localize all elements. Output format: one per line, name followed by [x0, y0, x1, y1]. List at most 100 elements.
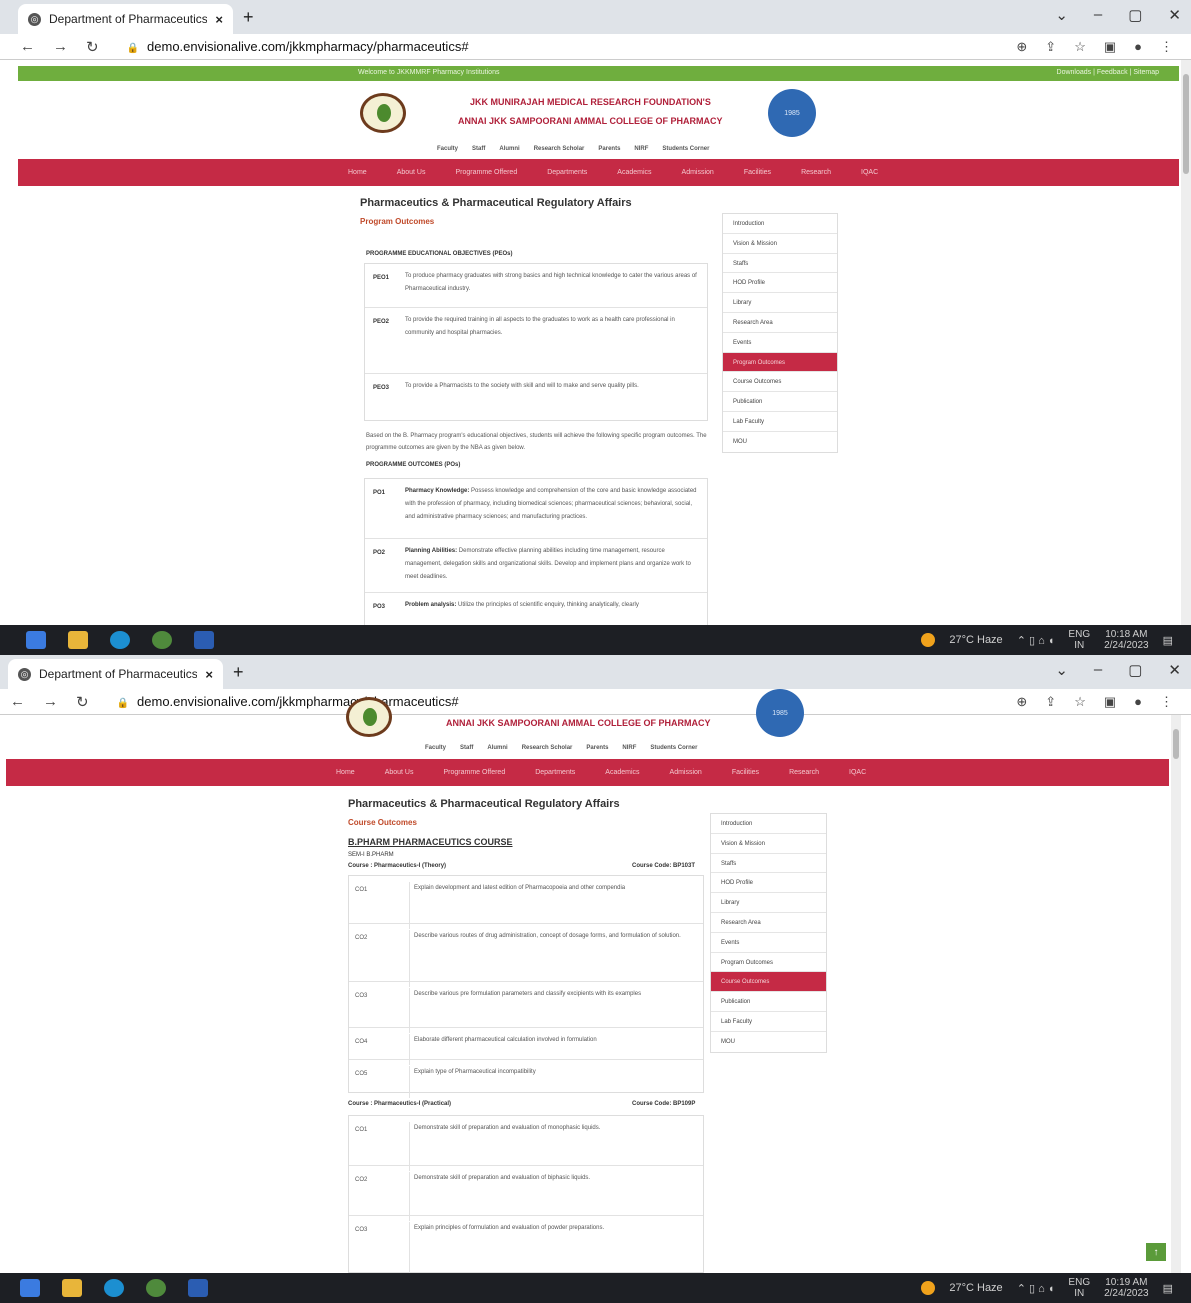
forward-icon[interactable]: →	[43, 693, 58, 710]
profile-avatar[interactable]: ●	[1134, 39, 1142, 55]
share-icon[interactable]: ⇪	[1045, 694, 1056, 710]
minimize-button[interactable]: –	[1094, 661, 1102, 679]
close-tab-icon[interactable]: ×	[215, 12, 223, 27]
tab-search-icon[interactable]: ⌄	[1055, 6, 1068, 24]
back-icon[interactable]: ←	[10, 693, 25, 710]
sidebar-item-lab-faculty[interactable]: Lab Faculty	[723, 412, 837, 432]
clock[interactable]: 10:18 AM 2/24/2023	[1104, 629, 1149, 651]
menu-icon[interactable]: ⋮	[1160, 694, 1173, 710]
scrollbar[interactable]	[1181, 60, 1191, 625]
sidebar-item-staffs[interactable]: Staffs	[723, 254, 837, 274]
zoom-icon[interactable]: ⊕	[1016, 694, 1027, 710]
close-window-button[interactable]: ✕	[1168, 6, 1181, 24]
sidebar-item-library[interactable]: Library	[711, 893, 826, 913]
reload-icon[interactable]: ↻	[76, 693, 89, 711]
nav-facilities[interactable]: Facilities	[732, 769, 759, 776]
nav-academics[interactable]: Academics	[617, 169, 651, 176]
link-students-corner[interactable]: Students Corner	[650, 745, 697, 751]
url-field[interactable]: 🔒 demo.envisionalive.com/jkkmpharmacy/pha…	[127, 39, 469, 54]
link-students-corner[interactable]: Students Corner	[662, 146, 709, 152]
sidepanel-icon[interactable]: ▣	[1104, 39, 1116, 55]
tray-icons[interactable]: ⌃ ▯ ⌂ ◖	[1017, 1282, 1055, 1295]
reload-icon[interactable]: ↻	[86, 38, 99, 56]
notification-icon[interactable]: ▤	[1163, 634, 1173, 647]
sidebar-item-research[interactable]: Research Area	[723, 313, 837, 333]
link-research-scholar[interactable]: Research Scholar	[522, 745, 573, 751]
language-indicator[interactable]: ENG IN	[1068, 629, 1090, 651]
sidebar-item-course-outcomes[interactable]: Course Outcomes	[723, 372, 837, 393]
link-research-scholar[interactable]: Research Scholar	[534, 146, 585, 152]
nav-about[interactable]: About Us	[385, 769, 414, 776]
nav-iqac[interactable]: IQAC	[849, 769, 866, 776]
sidebar-item-staffs[interactable]: Staffs	[711, 854, 826, 874]
url-field[interactable]: 🔒 demo.envisionalive.com/jkkmpharmacy/pha…	[117, 694, 459, 709]
sidebar-item-introduction[interactable]: Introduction	[711, 814, 826, 834]
forward-icon[interactable]: →	[53, 38, 68, 55]
sidebar-item-hod[interactable]: HOD Profile	[723, 273, 837, 294]
nav-research[interactable]: Research	[801, 169, 831, 176]
notification-icon[interactable]: ▤	[1163, 1282, 1173, 1295]
scroll-thumb[interactable]	[1183, 74, 1189, 174]
nav-programmes[interactable]: Programme Offered	[443, 769, 505, 776]
sidebar-item-mou[interactable]: MOU	[711, 1032, 826, 1052]
nav-facilities[interactable]: Facilities	[744, 169, 771, 176]
weather-text[interactable]: 27°C Haze	[949, 634, 1002, 646]
tab-search-icon[interactable]: ⌄	[1055, 661, 1068, 679]
nav-departments[interactable]: Departments	[547, 169, 587, 176]
link-faculty[interactable]: Faculty	[425, 745, 446, 751]
sidebar-item-library[interactable]: Library	[723, 293, 837, 313]
clock[interactable]: 10:19 AM 2/24/2023	[1104, 1277, 1149, 1299]
nav-programmes[interactable]: Programme Offered	[455, 169, 517, 176]
weather-text[interactable]: 27°C Haze	[949, 1282, 1002, 1294]
nav-admission[interactable]: Admission	[670, 769, 702, 776]
nav-research[interactable]: Research	[789, 769, 819, 776]
edge-icon[interactable]	[110, 631, 130, 649]
close-window-button[interactable]: ✕	[1168, 661, 1181, 679]
share-icon[interactable]: ⇪	[1045, 39, 1056, 55]
link-faculty[interactable]: Faculty	[437, 146, 458, 152]
chrome-icon[interactable]	[152, 631, 172, 649]
sidebar-item-mou[interactable]: MOU	[723, 432, 837, 452]
nav-admission[interactable]: Admission	[682, 169, 714, 176]
start-icon[interactable]	[26, 631, 46, 649]
edge-icon[interactable]	[104, 1279, 124, 1297]
bookmark-star-icon[interactable]: ☆	[1074, 39, 1086, 55]
restore-button[interactable]: ▢	[1128, 661, 1142, 679]
minimize-button[interactable]: –	[1094, 6, 1102, 24]
chrome-icon[interactable]	[146, 1279, 166, 1297]
sidebar-item-program-outcomes[interactable]: Program Outcomes	[711, 953, 826, 973]
menu-icon[interactable]: ⋮	[1160, 39, 1173, 55]
back-icon[interactable]: ←	[20, 38, 35, 55]
sidebar-item-events[interactable]: Events	[711, 933, 826, 953]
sidebar-item-events[interactable]: Events	[723, 333, 837, 353]
link-alumni[interactable]: Alumni	[499, 146, 519, 152]
close-tab-icon[interactable]: ×	[205, 667, 213, 682]
sidebar-item-research[interactable]: Research Area	[711, 913, 826, 933]
sidebar-item-publication[interactable]: Publication	[723, 392, 837, 412]
profile-avatar[interactable]: ●	[1134, 694, 1142, 710]
browser-tab[interactable]: ◎ Department of Pharmaceutics & ×	[8, 659, 223, 689]
nav-academics[interactable]: Academics	[605, 769, 639, 776]
nav-home[interactable]: Home	[336, 769, 355, 776]
link-parents[interactable]: Parents	[598, 146, 620, 152]
top-right-links[interactable]: Downloads | Feedback | Sitemap	[1057, 69, 1159, 81]
back-to-top-button[interactable]: ↑	[1146, 1243, 1166, 1261]
link-nirf[interactable]: NIRF	[634, 146, 648, 152]
sidebar-item-publication[interactable]: Publication	[711, 992, 826, 1012]
sidebar-item-vision[interactable]: Vision & Mission	[711, 834, 826, 854]
file-explorer-icon[interactable]	[68, 631, 88, 649]
sidebar-item-program-outcomes[interactable]: Program Outcomes	[723, 352, 837, 373]
link-staff[interactable]: Staff	[472, 146, 485, 152]
new-tab-button[interactable]: +	[233, 662, 244, 683]
nav-iqac[interactable]: IQAC	[861, 169, 878, 176]
sidebar-item-hod[interactable]: HOD Profile	[711, 873, 826, 894]
nav-departments[interactable]: Departments	[535, 769, 575, 776]
restore-button[interactable]: ▢	[1128, 6, 1142, 24]
file-explorer-icon[interactable]	[62, 1279, 82, 1297]
word-icon[interactable]	[188, 1279, 208, 1297]
language-indicator[interactable]: ENG IN	[1068, 1277, 1090, 1299]
link-alumni[interactable]: Alumni	[487, 745, 507, 751]
start-icon[interactable]	[20, 1279, 40, 1297]
sidebar-item-introduction[interactable]: Introduction	[723, 214, 837, 234]
nav-home[interactable]: Home	[348, 169, 367, 176]
